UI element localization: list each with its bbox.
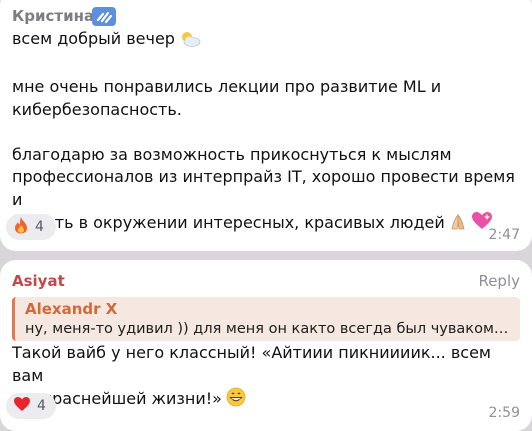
message-time: 2:59 [488,405,520,421]
praying-hands-emoji-icon [449,213,467,238]
quote-text: ну, меня-то удивил )) для меня он както … [25,321,512,337]
message-line: Такой вайб у него классный! «Айтиии пикн… [12,343,491,385]
reaction-chip[interactable]: 4 [6,393,56,419]
reaction-count: 4 [35,219,44,235]
message-line: всем добрый вечер [12,29,175,48]
reply-button[interactable]: Reply [478,272,520,290]
message-bubble[interactable]: Asiyat Reply Alexandr X ну, меня-то удив… [0,260,532,431]
verified-badge-icon [92,7,116,26]
message-time: 2:47 [488,227,520,243]
reply-quote[interactable]: Alexandr X ну, меня-то удивил )) для мен… [12,297,520,341]
quote-author: Alexandr X [25,300,118,318]
message-line: побыть в окружении интересных, красивых … [12,213,445,232]
message-text: Такой вайб у него классный! «Айтиии пикн… [12,342,518,414]
fire-emoji-icon [13,216,29,238]
message-line: кибербезопасность. [12,99,182,119]
grinning-face-emoji-icon [226,387,246,414]
message-line: мне очень понравились лекции про развити… [12,77,442,96]
reaction-count: 4 [37,398,46,414]
message-bubble[interactable]: Кристина всем добрый вечер мне очень пон… [0,0,532,251]
heart-emoji-icon [13,396,31,416]
sun-behind-cloud-emoji-icon [179,31,201,54]
reaction-chip[interactable]: 4 [6,214,56,240]
chat-view: Кристина всем добрый вечер мне очень пон… [0,0,532,431]
sender-name[interactable]: Asiyat [12,271,65,291]
sender-name[interactable]: Кристина [12,6,94,26]
message-text: всем добрый вечер мне очень понравились … [12,28,518,238]
message-line: благодарю за возможность прикоснуться к … [12,144,452,164]
message-line: профессионалов из интерпрайз IT, хорошо … [12,167,515,209]
